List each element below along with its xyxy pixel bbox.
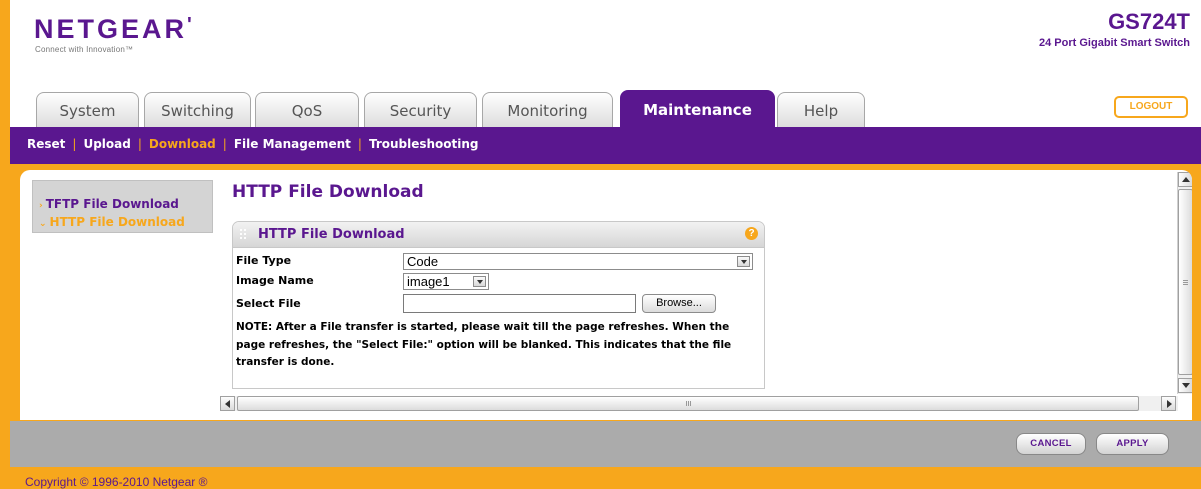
subnav-download[interactable]: Download (149, 137, 216, 151)
horizontal-scroll-thumb[interactable] (237, 396, 1139, 411)
action-bar: CANCEL APPLY (10, 421, 1201, 467)
subnav-file-management[interactable]: File Management (234, 137, 351, 151)
vertical-scrollbar[interactable] (1177, 172, 1192, 394)
subnav-separator: | (72, 137, 77, 151)
frame-left-edge (0, 0, 10, 489)
select-file-label: Select File (236, 297, 301, 310)
header: NETGEAR' Connect with Innovation™ GS724T… (10, 0, 1201, 82)
model-name: GS724T (1108, 9, 1190, 34)
image-name-label: Image Name (236, 274, 314, 287)
file-type-select[interactable]: Code (403, 253, 753, 270)
tab-qos[interactable]: QoS (255, 92, 359, 128)
netgear-logo: NETGEAR' (34, 14, 192, 44)
chevron-right-icon: › (39, 201, 43, 211)
subnav-separator: | (222, 137, 227, 151)
scroll-up-arrow-icon[interactable] (1178, 172, 1192, 187)
help-icon[interactable]: ? (745, 227, 758, 240)
note-text: NOTE: After a File transfer is started, … (236, 321, 732, 368)
cancel-button[interactable]: CANCEL (1016, 433, 1086, 455)
subnav-upload[interactable]: Upload (83, 137, 130, 151)
chevron-down-icon (473, 276, 486, 287)
subnav-separator: | (137, 137, 142, 151)
scroll-left-arrow-icon[interactable] (220, 396, 235, 411)
tab-monitoring[interactable]: Monitoring (482, 92, 613, 128)
leftnav-http-file-download[interactable]: ⌄ HTTP File Download (39, 215, 185, 229)
browse-button[interactable]: Browse... (642, 294, 716, 313)
subnav-separator: | (357, 137, 362, 151)
copyright-text: Copyright © 1996-2010 Netgear ® (25, 475, 208, 489)
section-header: HTTP File Download ? (233, 222, 764, 248)
file-type-label: File Type (236, 254, 292, 267)
tab-maintenance[interactable]: Maintenance (620, 90, 775, 128)
subnav-troubleshooting[interactable]: Troubleshooting (369, 137, 479, 151)
subnav-reset[interactable]: Reset (27, 137, 65, 151)
left-navigation: › TFTP File Download ⌄ HTTP File Download (32, 180, 213, 233)
tab-security[interactable]: Security (364, 92, 477, 128)
tagline: Connect with Innovation™ (35, 45, 134, 54)
chevron-down-icon: ⌄ (39, 219, 47, 229)
main-content-panel: › TFTP File Download ⌄ HTTP File Download … (20, 170, 1192, 420)
image-name-select[interactable]: image1 (403, 273, 489, 290)
section-title: HTTP File Download (258, 227, 405, 242)
tab-system[interactable]: System (36, 92, 139, 128)
http-file-download-section: HTTP File Download ? File Type Code Imag… (232, 221, 765, 389)
scroll-down-arrow-icon[interactable] (1178, 378, 1192, 393)
select-file-input[interactable] (403, 294, 636, 313)
scroll-right-arrow-icon[interactable] (1161, 396, 1176, 411)
model-description: 24 Port Gigabit Smart Switch (1039, 37, 1190, 49)
horizontal-scrollbar[interactable] (220, 396, 1178, 411)
drag-grip-icon (239, 228, 247, 240)
leftnav-tftp-file-download[interactable]: › TFTP File Download (39, 197, 179, 211)
tab-switching[interactable]: Switching (144, 92, 251, 128)
logout-button[interactable]: LOGOUT (1114, 96, 1188, 118)
chevron-down-icon (737, 256, 750, 267)
tab-help[interactable]: Help (777, 92, 865, 128)
apply-button[interactable]: APPLY (1096, 433, 1169, 455)
page-title: HTTP File Download (232, 182, 424, 202)
vertical-scroll-thumb[interactable] (1178, 189, 1192, 375)
sub-navigation: Reset | Upload | Download | File Management | Tr… (10, 127, 1201, 164)
